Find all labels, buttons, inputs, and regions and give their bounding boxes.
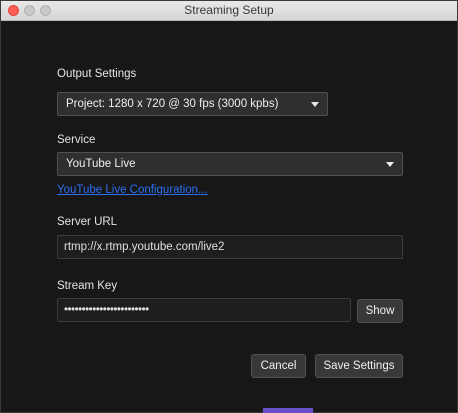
save-settings-button[interactable]: Save Settings bbox=[315, 354, 403, 378]
server-url-input[interactable]: rtmp://x.rtmp.youtube.com/live2 bbox=[57, 235, 403, 259]
service-value: YouTube Live bbox=[66, 158, 136, 170]
output-settings-select[interactable]: Project: 1280 x 720 @ 30 fps (3000 kpbs) bbox=[57, 92, 328, 116]
chevron-down-icon bbox=[386, 162, 394, 167]
cancel-button[interactable]: Cancel bbox=[251, 354, 306, 378]
output-settings-value: Project: 1280 x 720 @ 30 fps (3000 kpbs) bbox=[66, 98, 279, 110]
service-select[interactable]: YouTube Live bbox=[57, 152, 403, 176]
show-stream-key-button[interactable]: Show bbox=[357, 299, 403, 323]
service-configuration-link[interactable]: YouTube Live Configuration... bbox=[57, 184, 208, 196]
background-accent bbox=[263, 408, 313, 413]
output-settings-label: Output Settings bbox=[57, 68, 137, 80]
service-label: Service bbox=[57, 134, 96, 146]
window-title: Streaming Setup bbox=[184, 3, 274, 17]
server-url-label: Server URL bbox=[57, 216, 118, 228]
chevron-down-icon bbox=[311, 102, 319, 107]
streaming-setup-window: Streaming Setup Output Settings Project:… bbox=[0, 0, 458, 413]
stream-key-label: Stream Key bbox=[57, 280, 118, 292]
title-bar: Streaming Setup bbox=[1, 1, 457, 21]
stream-key-input[interactable]: •••••••••••••••••••••••• bbox=[57, 298, 351, 322]
